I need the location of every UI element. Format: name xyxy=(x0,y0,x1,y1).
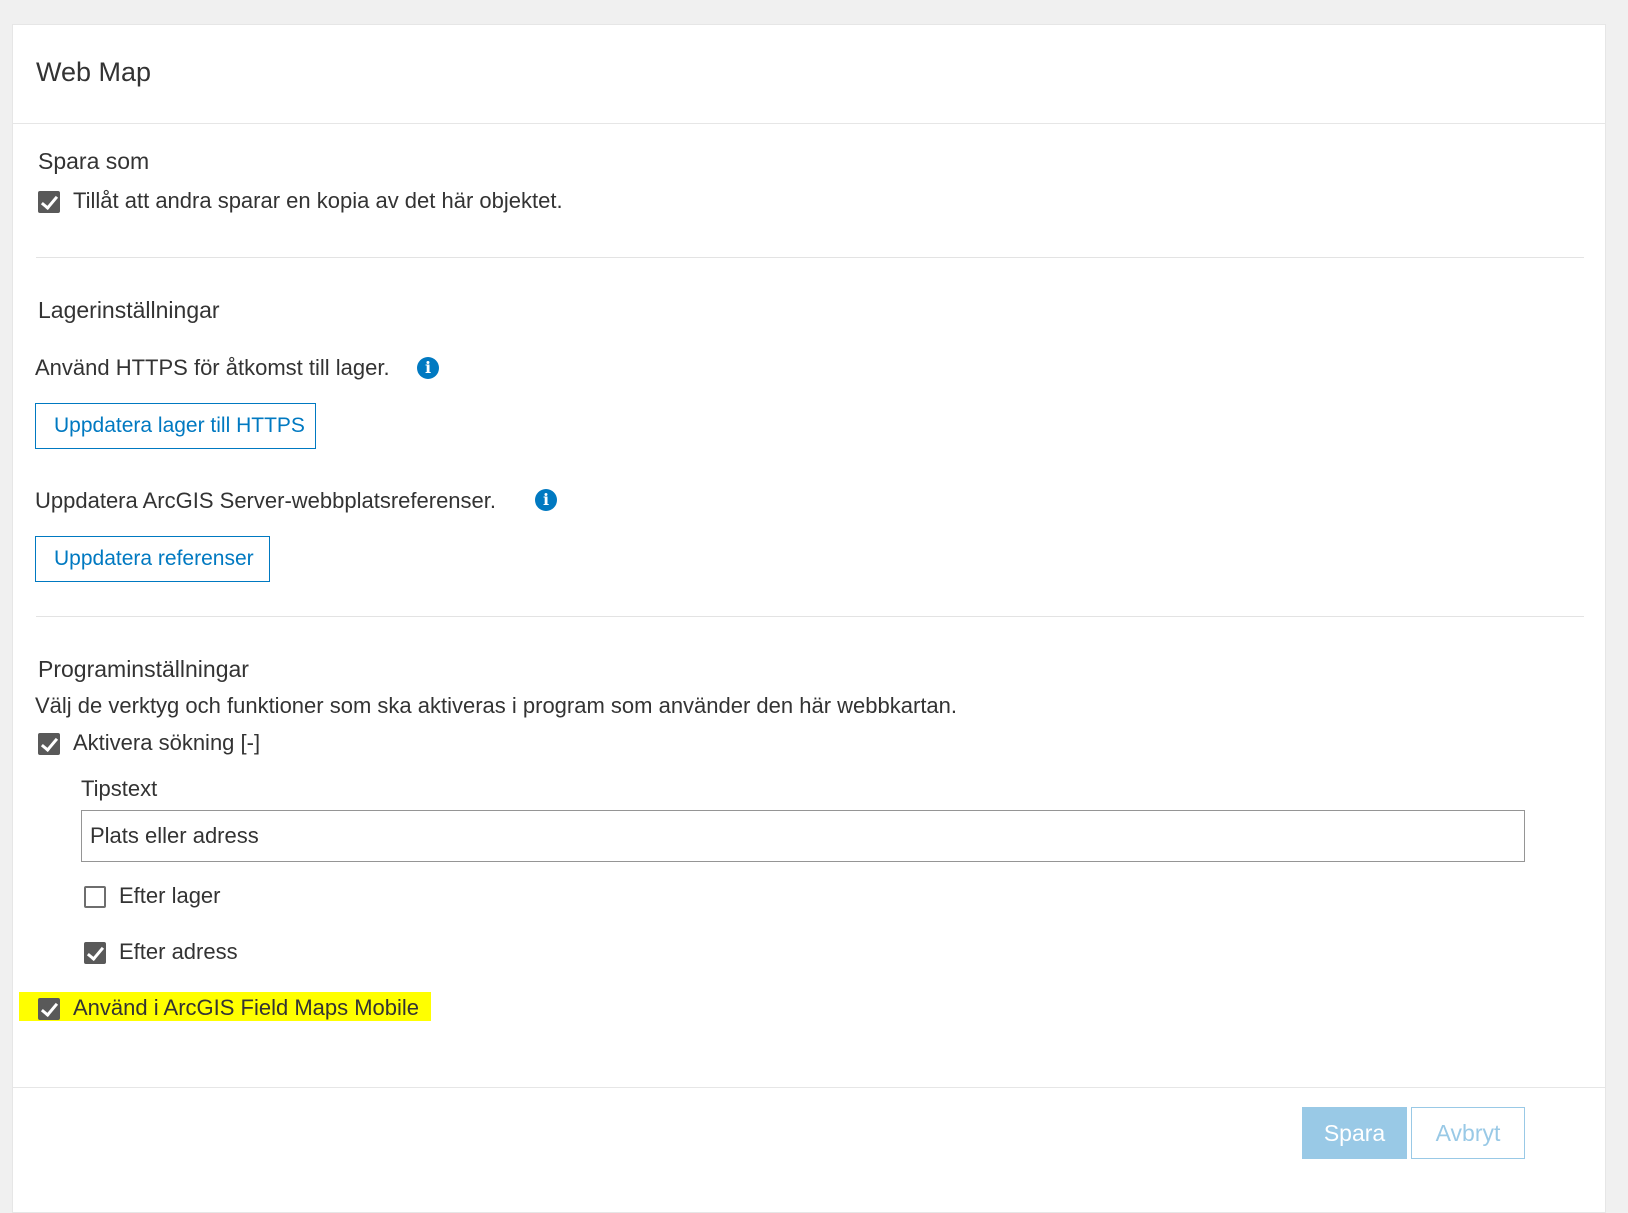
app-settings-description: Välj de verktyg och funktioner som ska a… xyxy=(35,693,958,718)
server-references-description: Uppdatera ArcGIS Server-webbplatsreferen… xyxy=(35,488,497,513)
collapse-search-toggle[interactable]: [-] xyxy=(241,730,261,755)
cancel-button[interactable]: Avbryt xyxy=(1411,1107,1525,1159)
section-divider xyxy=(36,616,1584,617)
allow-copy-label[interactable]: Tillåt att andra sparar en kopia av det … xyxy=(73,188,563,214)
panel-header: Web Map xyxy=(13,25,1605,124)
by-layer-checkbox[interactable] xyxy=(84,886,106,908)
section-divider xyxy=(36,257,1584,258)
enable-search-text: Aktivera sökning xyxy=(73,730,235,755)
enable-search-checkbox[interactable] xyxy=(38,733,60,755)
field-maps-label[interactable]: Använd i ArcGIS Field Maps Mobile xyxy=(73,995,419,1021)
hint-text-label: Tipstext xyxy=(81,776,158,801)
layer-settings-section-title: Lagerinställningar xyxy=(38,297,220,323)
https-info-icon[interactable]: i xyxy=(417,357,439,379)
by-address-checkbox[interactable] xyxy=(84,942,106,964)
web-map-settings-panel: Web Map Spara som Tillåt att andra spara… xyxy=(12,24,1606,1213)
hint-text-input[interactable]: Plats eller adress xyxy=(81,810,1525,862)
save-button[interactable]: Spara xyxy=(1302,1107,1407,1159)
by-layer-label[interactable]: Efter lager xyxy=(119,883,221,909)
enable-search-label[interactable]: Aktivera sökning [-] xyxy=(73,730,260,756)
app-settings-section-title: Programinställningar xyxy=(38,656,249,682)
footer-divider xyxy=(13,1087,1605,1088)
page-title: Web Map xyxy=(36,57,152,87)
update-https-button[interactable]: Uppdatera lager till HTTPS xyxy=(35,403,316,449)
save-as-section-title: Spara som xyxy=(38,148,150,174)
https-description: Använd HTTPS för åtkomst till lager. xyxy=(35,355,390,380)
update-references-button[interactable]: Uppdatera referenser xyxy=(35,536,270,582)
allow-copy-checkbox[interactable] xyxy=(38,191,60,213)
server-references-info-icon[interactable]: i xyxy=(535,489,557,511)
field-maps-checkbox[interactable] xyxy=(38,998,60,1020)
by-address-label[interactable]: Efter adress xyxy=(119,939,238,965)
